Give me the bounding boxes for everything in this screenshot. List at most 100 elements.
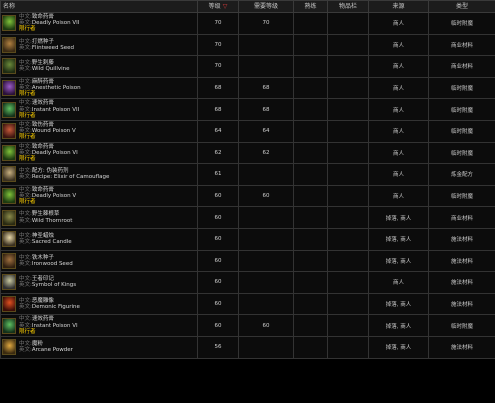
column-header-skill[interactable]: 熟练 (293, 0, 328, 13)
table-row[interactable]: 中文:神圣蜡烛 英文:Sacred Candle 60 掉落, 商人 施法材料 (0, 227, 495, 251)
seed-icon[interactable] (2, 252, 16, 269)
table-row[interactable]: 中文:致伤药膏 英文:Wound Poison V 限行者 64 64 商人 临时附魔 (0, 119, 495, 143)
item-type: 商业材料 (428, 33, 495, 57)
en-label: 英文: (19, 149, 32, 156)
item-slots (327, 184, 369, 208)
item-name-en[interactable]: Arcane Powder (32, 347, 73, 353)
class-tag: 限行者 (19, 112, 36, 119)
green-poison-vial-icon[interactable] (2, 144, 16, 161)
cn-label: 中文: (19, 78, 32, 85)
item-required-level (238, 271, 294, 294)
seed-pouch-icon[interactable] (2, 36, 16, 53)
table-row[interactable]: 中文:魔粉 英文:Arcane Powder 56 掉落, 商人 施法材料 (0, 335, 495, 359)
purple-poison-vial-icon[interactable] (2, 80, 16, 97)
candle-icon[interactable] (2, 231, 16, 248)
item-skill (293, 271, 328, 294)
recipe-scroll-icon[interactable] (2, 166, 16, 183)
column-header-type[interactable]: 类型 (428, 0, 495, 13)
table-row[interactable]: 中文:王者印记 英文:Symbol of Kings 60 商人 施法材料 (0, 271, 495, 294)
item-name-en[interactable]: Instant Poison VI (32, 323, 78, 329)
table-row[interactable]: 中文:致命药膏 英文:Deadly Poison VI 限行者 62 62 商人 临时附魔 (0, 141, 495, 165)
table-row[interactable]: 中文:野生棘根草 英文:Wild Thornroot 60 掉落, 商人 商业材料 (0, 206, 495, 229)
cn-label: 中文: (19, 254, 32, 261)
item-name-en[interactable]: Recipe: Elixir of Camouflage (32, 174, 110, 180)
item-name-cell: 中文:铁木种子 英文:Ironwood Seed (0, 249, 198, 273)
item-name-en[interactable]: Sacred Candle (32, 239, 72, 245)
symbol-icon[interactable] (2, 274, 16, 291)
item-name-cn[interactable]: 恶魔雕像 (32, 298, 54, 304)
item-level: 60 (197, 314, 239, 337)
item-name-en[interactable]: Deadly Poison VII (32, 20, 80, 26)
item-name-cn[interactable]: 铁木种子 (32, 255, 54, 261)
en-label: 英文: (19, 304, 32, 311)
item-name-cell: 中文:打燃种子 英文:Flintweed Seed (0, 33, 198, 57)
item-name-cell: 中文:致命药膏 英文:Deadly Poison VI 限行者 (0, 141, 198, 165)
green-poison-vial-icon[interactable] (2, 317, 16, 334)
item-skill (293, 335, 328, 359)
table-row[interactable]: 中文:致命药膏 英文:Deadly Poison VII 限行者 70 70 商人 临时附魔 (0, 12, 495, 35)
green-poison-vial-icon[interactable] (2, 15, 16, 32)
en-label: 英文: (19, 282, 32, 289)
item-name-cn[interactable]: 野生棘根草 (32, 211, 60, 217)
vine-icon[interactable] (2, 58, 16, 75)
item-name-en[interactable]: Flintweed Seed (32, 45, 74, 51)
item-name-cn[interactable]: 致命药膏 (32, 187, 54, 193)
item-name-en[interactable]: Instant Poison VII (32, 107, 79, 113)
item-name-cn[interactable]: 麻醉药膏 (32, 79, 54, 85)
item-name-cell: 中文:野生刺藤 英文:Wild Quillvine (0, 55, 198, 78)
item-source: 商人 (368, 12, 429, 35)
item-skill (293, 33, 328, 57)
column-header-level[interactable]: 等级 ▽ (197, 0, 239, 13)
item-level: 60 (197, 227, 239, 251)
item-type: 临时附魔 (428, 119, 495, 143)
item-name-en[interactable]: Wild Quillvine (32, 66, 70, 72)
item-name-en[interactable]: Demonic Figurine (32, 304, 80, 310)
table-row[interactable]: 中文:速效药膏 英文:Instant Poison VI 限行者 60 60 掉落, 商人… (0, 314, 495, 337)
item-name-cell: 中文:王者印记 英文:Symbol of Kings (0, 271, 198, 294)
item-source: 商人 (368, 184, 429, 208)
root-icon[interactable] (2, 209, 16, 226)
column-header-source[interactable]: 来源 (368, 0, 429, 13)
en-label: 英文: (19, 239, 32, 246)
table-row[interactable]: 中文:野生刺藤 英文:Wild Quillvine 70 商人 商业材料 (0, 55, 495, 78)
item-slots (327, 98, 369, 121)
item-name-en[interactable]: Anesthetic Poison (32, 85, 81, 91)
class-tag: 限行者 (19, 91, 36, 98)
item-type: 施法材料 (428, 227, 495, 251)
red-poison-vial-icon[interactable] (2, 123, 16, 140)
item-required-level (238, 249, 294, 273)
item-type: 临时附魔 (428, 98, 495, 121)
item-name-cn[interactable]: 打燃种子 (32, 39, 54, 45)
cn-label: 中文: (19, 211, 32, 218)
item-slots (327, 55, 369, 78)
green-poison-vial-icon[interactable] (2, 101, 16, 118)
item-name-en[interactable]: Symbol of Kings (32, 282, 76, 288)
table-row[interactable]: 中文:铁木种子 英文:Ironwood Seed 60 掉落, 商人 施法材料 (0, 249, 495, 273)
powder-icon[interactable] (2, 339, 16, 356)
table-row[interactable]: 中文:配方: 伪装药剂 英文:Recipe: Elixir of Camoufla… (0, 163, 495, 186)
table-row[interactable]: 中文:打燃种子 英文:Flintweed Seed 70 商人 商业材料 (0, 33, 495, 57)
table-row[interactable]: 中文:速效药膏 英文:Instant Poison VII 限行者 68 68 商人 临时附… (0, 98, 495, 121)
demon-figurine-icon[interactable] (2, 296, 16, 313)
table-row[interactable]: 中文:恶魔雕像 英文:Demonic Figurine 60 掉落, 商人 施法材料 (0, 292, 495, 316)
table-row[interactable]: 中文:致命药膏 英文:Deadly Poison V 限行者 60 60 商人 临时附魔 (0, 184, 495, 208)
column-header-name[interactable]: 名称 (0, 0, 198, 13)
item-source: 商人 (368, 98, 429, 121)
item-slots (327, 292, 369, 316)
item-name-en[interactable]: Wild Thornroot (32, 218, 73, 224)
item-name-en[interactable]: Deadly Poison V (32, 193, 76, 199)
column-header-slots[interactable]: 物品栏 (327, 0, 369, 13)
item-level: 60 (197, 292, 239, 316)
item-name-cn[interactable]: 速效药膏 (32, 100, 54, 106)
item-name-cn[interactable]: 致命药膏 (32, 144, 54, 150)
green-poison-vial-icon[interactable] (2, 188, 16, 205)
column-header-required-level[interactable]: 需要等级 (238, 0, 294, 13)
item-name-en[interactable]: Deadly Poison VI (32, 150, 78, 156)
item-name-cn[interactable]: 速效药膏 (32, 316, 54, 322)
item-source: 商人 (368, 33, 429, 57)
table-row[interactable]: 中文:麻醉药膏 英文:Anesthetic Poison 限行者 68 68 商人 临时附魔 (0, 76, 495, 100)
item-name-cell: 中文:致命药膏 英文:Deadly Poison VII 限行者 (0, 12, 198, 35)
item-name-en[interactable]: Ironwood Seed (32, 261, 73, 267)
item-source: 掉落, 商人 (368, 292, 429, 316)
item-name-en[interactable]: Wound Poison V (32, 128, 76, 134)
